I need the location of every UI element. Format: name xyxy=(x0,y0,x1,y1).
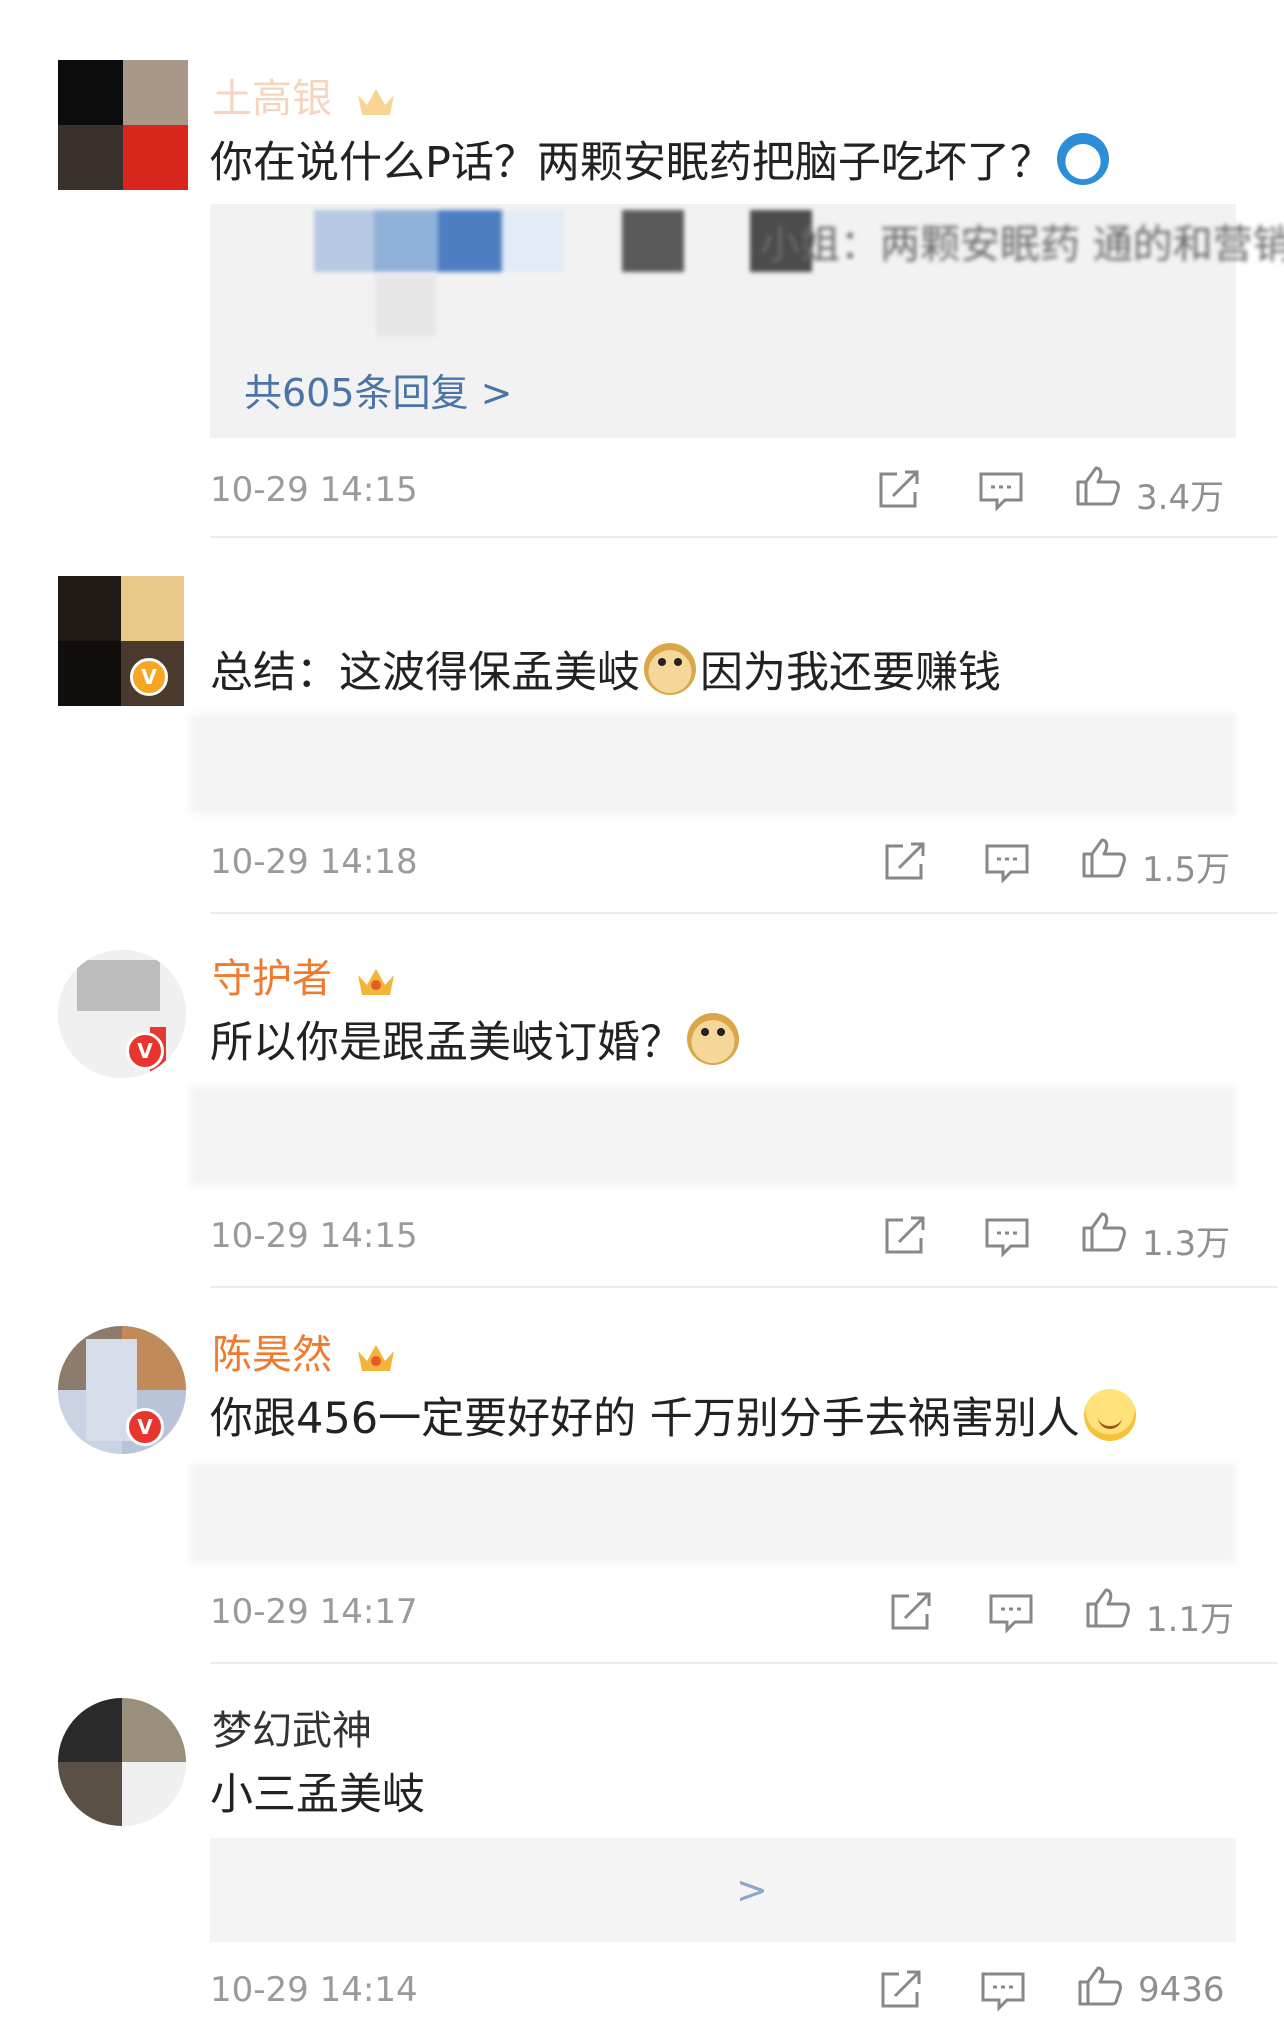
reply-preview-box[interactable] xyxy=(190,1464,1236,1564)
crown-icon xyxy=(357,969,394,995)
username-label[interactable]: 梦幻武神 xyxy=(212,1708,372,1754)
comment-3: V 守护者 所以你是跟孟美岐订婚？ 10-29 14:15 1.3万 xyxy=(0,916,1284,1292)
avatar[interactable] xyxy=(58,950,186,1078)
verified-badge: V xyxy=(126,1408,164,1446)
comment-text-content: 小三孟美岐 xyxy=(210,1770,425,1820)
comment-4: V 陈昊然 你跟456一定要好好的 千万别分手去祸害别人 10-29 14:17… xyxy=(0,1292,1284,1668)
timestamp: 10-29 14:17 xyxy=(210,1592,418,1632)
comment-icon[interactable] xyxy=(987,1590,1035,1634)
crown-icon xyxy=(357,1345,394,1371)
comment-text-content: 所以你是跟孟美岐订婚？ xyxy=(210,1018,683,1068)
doge-emoji xyxy=(687,1013,739,1065)
like-icon[interactable] xyxy=(1074,464,1122,508)
like-count: 1.3万 xyxy=(1142,1224,1231,1264)
reply-preview-box[interactable]: 小姐：两颗安眠药 通的和营销 共605条回复 > xyxy=(210,204,1284,438)
reply-preview-text: 小姐：两颗安眠药 通的和营销 xyxy=(760,222,1284,268)
comment-text: 小三孟美岐 xyxy=(210,1760,425,1822)
divider xyxy=(210,1662,1278,1664)
verified-badge: V xyxy=(126,1032,164,1070)
comment-icon[interactable] xyxy=(983,1214,1031,1258)
avatar[interactable] xyxy=(58,60,188,190)
comment-icon[interactable] xyxy=(977,468,1025,512)
comment-text-content: 你跟456一定要好好的 千万别分手去祸害别人 xyxy=(210,1394,1080,1444)
like-count: 9436 xyxy=(1138,1970,1225,2010)
divider xyxy=(210,1286,1278,1288)
comment-text: 所以你是跟孟美岐订婚？ xyxy=(210,1008,743,1070)
comment-text: 你在说什么P话？两颗安眠药把脑子吃坏了？ xyxy=(210,128,1113,190)
like-count: 3.4万 xyxy=(1136,478,1225,518)
username[interactable]: 守护者 xyxy=(212,946,397,1004)
like-icon[interactable] xyxy=(1076,1964,1124,2008)
comment-5: 梦幻武神 小三孟美岐 > 10-29 14:14 9436 xyxy=(0,1668,1284,2037)
like-count: 1.5万 xyxy=(1142,850,1231,890)
divider xyxy=(210,912,1278,914)
username[interactable]: 土高银 xyxy=(212,66,397,124)
comment-2: V 总结：这波得保孟美岐 因为我还要赚钱 10-29 14:18 1.5万 xyxy=(0,540,1284,916)
comment-text-part2: 因为我还要赚钱 xyxy=(700,648,1001,698)
username-label[interactable]: 土高银 xyxy=(212,76,332,122)
comment-text: 总结：这波得保孟美岐 因为我还要赚钱 xyxy=(210,638,1001,700)
avatar[interactable] xyxy=(58,1698,186,1826)
comment-text-content: 你在说什么P话？两颗安眠药把脑子吃坏了？ xyxy=(210,138,1053,188)
share-icon[interactable] xyxy=(887,1590,935,1634)
crown-icon xyxy=(357,89,394,115)
timestamp: 10-29 14:18 xyxy=(210,842,418,882)
reply-preview-box[interactable] xyxy=(190,1086,1236,1186)
like-icon[interactable] xyxy=(1080,836,1128,880)
share-icon[interactable] xyxy=(875,468,923,512)
divider xyxy=(210,536,1278,538)
timestamp: 10-29 14:14 xyxy=(210,1970,418,2010)
reply-count-link[interactable]: 共605条回复 > xyxy=(244,362,512,417)
like-count: 1.1万 xyxy=(1146,1600,1235,1640)
avatar[interactable] xyxy=(58,1326,186,1454)
share-icon[interactable] xyxy=(881,840,929,884)
like-icon[interactable] xyxy=(1084,1586,1132,1630)
share-icon[interactable] xyxy=(877,1968,925,2012)
reply-count-link[interactable]: > xyxy=(736,1868,768,1912)
doraemon-emoji xyxy=(1056,133,1109,185)
like-icon[interactable] xyxy=(1080,1210,1128,1254)
comment-icon[interactable] xyxy=(983,840,1031,884)
timestamp: 10-29 14:15 xyxy=(210,1216,418,1256)
verified-badge: V xyxy=(130,658,168,696)
share-icon[interactable] xyxy=(881,1214,929,1258)
username[interactable]: 陈昊然 xyxy=(212,1322,397,1380)
username-label[interactable]: 守护者 xyxy=(212,956,332,1002)
reply-preview-box[interactable]: > xyxy=(210,1838,1236,1942)
username-label[interactable]: 陈昊然 xyxy=(212,1332,332,1378)
comment-icon[interactable] xyxy=(979,1968,1027,2012)
doge-emoji xyxy=(644,643,696,695)
timestamp: 10-29 14:15 xyxy=(210,470,418,510)
reply-preview-blurred: 小姐：两颗安眠药 通的和营销 xyxy=(210,204,1284,274)
username[interactable]: 梦幻武神 xyxy=(212,1698,372,1756)
reply-preview-box[interactable] xyxy=(190,714,1236,814)
comment-text: 你跟456一定要好好的 千万别分手去祸害别人 xyxy=(210,1384,1140,1446)
comment-text-part1: 总结：这波得保孟美岐 xyxy=(210,648,640,698)
smile-emoji xyxy=(1083,1389,1136,1441)
comment-1: 土高银 你在说什么P话？两颗安眠药把脑子吃坏了？ 小姐：两颗安眠药 通的和营销 … xyxy=(0,0,1284,540)
